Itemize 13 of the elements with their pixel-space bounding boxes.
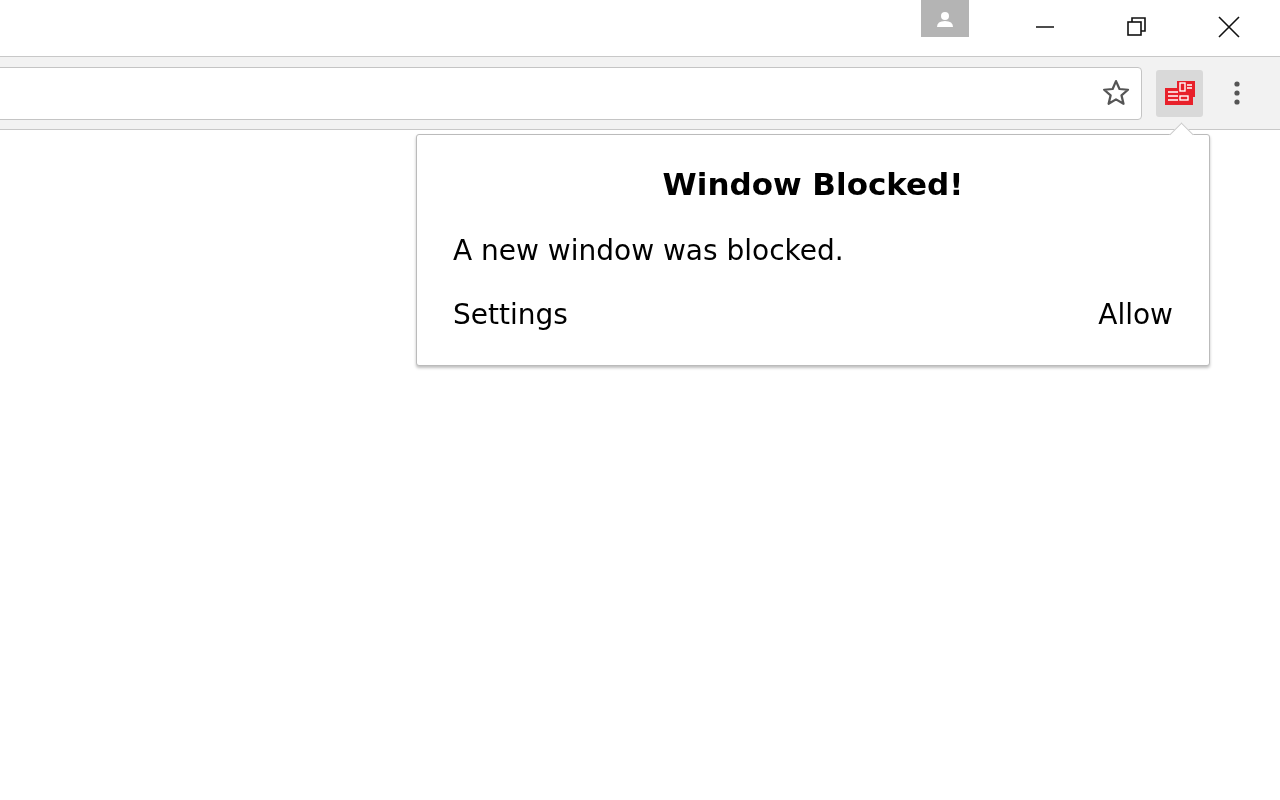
popup-message: A new window was blocked. — [453, 233, 845, 269]
close-icon — [1218, 16, 1240, 38]
person-icon — [935, 10, 955, 27]
allow-button[interactable]: Allow — [1098, 297, 1173, 333]
popup-blocker-icon — [1162, 79, 1197, 107]
extension-button[interactable] — [1156, 69, 1203, 117]
star-icon[interactable] — [1101, 78, 1131, 108]
popup-title: Window Blocked! — [661, 165, 965, 204]
minimize-icon — [1035, 26, 1055, 28]
menu-button[interactable] — [1233, 80, 1241, 106]
address-field[interactable] — [0, 66, 1142, 120]
restore-icon — [1126, 16, 1148, 38]
settings-link[interactable]: Settings — [453, 297, 568, 333]
